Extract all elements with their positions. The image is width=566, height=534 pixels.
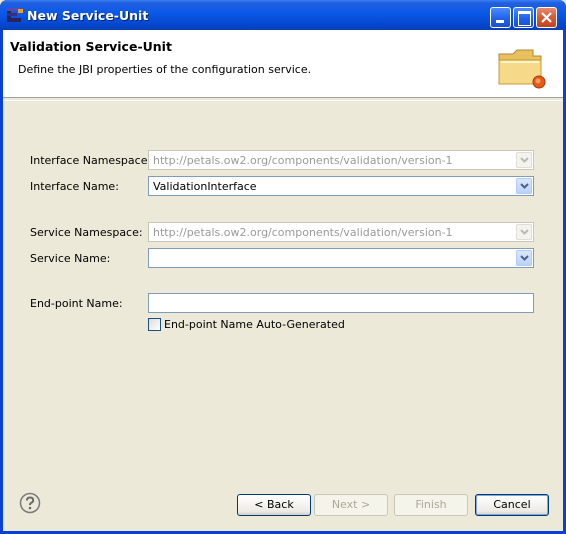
- window-title: New Service-Unit: [27, 8, 149, 23]
- interface-name-label: Interface Name:: [30, 180, 119, 193]
- service-name-label: Service Name:: [30, 252, 111, 265]
- service-name-combo[interactable]: [148, 248, 534, 268]
- chevron-down-icon[interactable]: [516, 178, 532, 194]
- interface-namespace-value: http://petals.ow2.org/components/validat…: [153, 154, 453, 167]
- eclipse-icon: [7, 8, 23, 22]
- minimize-icon[interactable]: [490, 7, 511, 28]
- endpoint-auto-label[interactable]: End-point Name Auto-Generated: [164, 318, 345, 331]
- service-namespace-label: Service Namespace:: [30, 226, 143, 239]
- footer-separator: [3, 480, 563, 481]
- next-button[interactable]: Next >: [314, 494, 388, 516]
- back-button[interactable]: < Back: [237, 494, 311, 516]
- folder-icon: [498, 49, 546, 89]
- wizard-header: Validation Service-Unit Define the JBI p…: [3, 30, 563, 98]
- service-namespace-value: http://petals.ow2.org/components/validat…: [153, 226, 453, 239]
- chevron-down-icon: [516, 152, 532, 168]
- interface-namespace-label: Interface Namespace:: [30, 154, 152, 167]
- page-title: Validation Service-Unit: [10, 39, 172, 54]
- service-namespace-combo: http://petals.ow2.org/components/validat…: [148, 222, 534, 242]
- endpoint-auto-checkbox[interactable]: [148, 318, 161, 331]
- finish-button[interactable]: Finish: [394, 494, 468, 516]
- interface-name-value[interactable]: ValidationInterface: [153, 180, 257, 193]
- wizard-window: New Service-Unit Validation Service-Unit…: [0, 0, 566, 534]
- help-icon[interactable]: [19, 492, 41, 514]
- interface-name-combo[interactable]: ValidationInterface: [148, 176, 534, 196]
- page-description: Define the JBI properties of the configu…: [18, 63, 312, 76]
- title-bar[interactable]: New Service-Unit: [0, 0, 566, 30]
- chevron-down-icon[interactable]: [516, 250, 532, 266]
- close-icon[interactable]: [536, 7, 557, 28]
- chevron-down-icon: [516, 224, 532, 240]
- cancel-button[interactable]: Cancel: [475, 494, 549, 516]
- endpoint-name-input[interactable]: [148, 293, 534, 313]
- wizard-body: Validation Service-Unit Define the JBI p…: [3, 30, 563, 531]
- interface-namespace-combo: http://petals.ow2.org/components/validat…: [148, 150, 534, 170]
- header-separator: [3, 100, 563, 101]
- maximize-icon[interactable]: [513, 7, 534, 28]
- endpoint-name-label: End-point Name:: [30, 297, 123, 310]
